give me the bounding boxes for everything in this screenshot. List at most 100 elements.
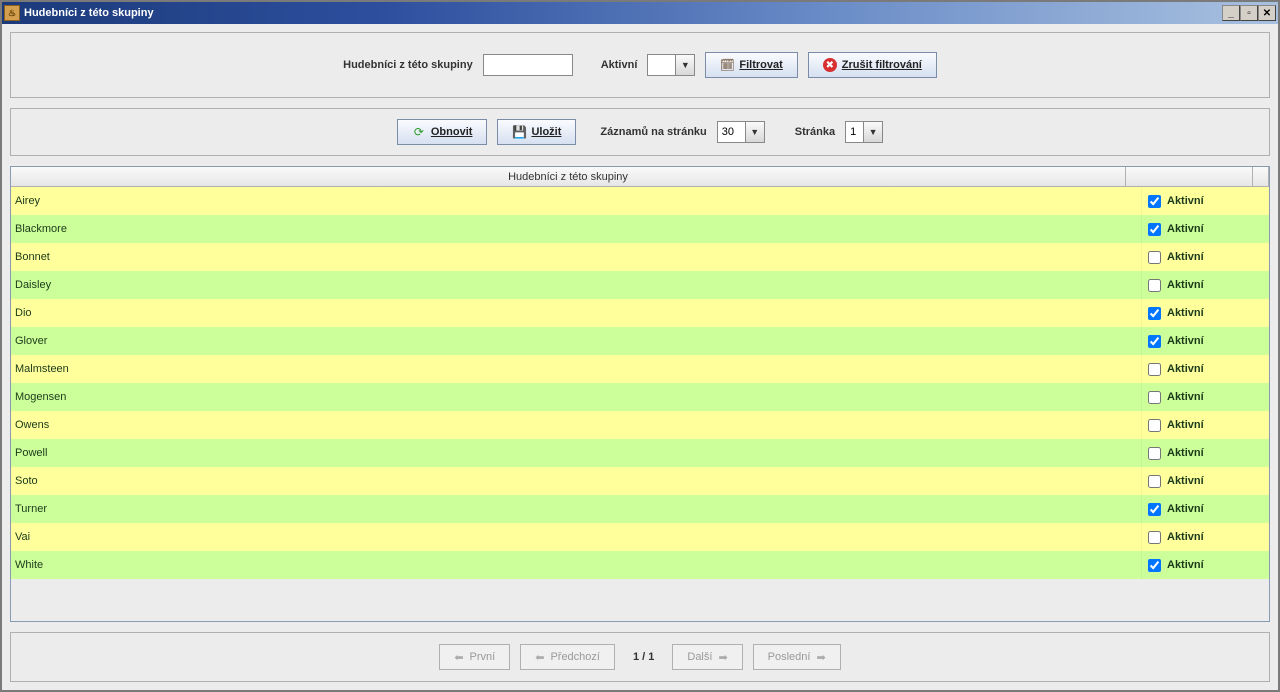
next-label: Další	[687, 651, 712, 663]
filter-button-label: Filtrovat	[739, 59, 782, 71]
active-label: Aktivní	[1167, 475, 1204, 487]
minimize-button[interactable]: _	[1222, 5, 1240, 21]
cell-active: Aktivní	[1142, 523, 1269, 551]
active-checkbox[interactable]	[1148, 531, 1161, 544]
filter-button[interactable]: 🗓 Filtrovat	[705, 52, 797, 78]
next-page-button[interactable]: Další ➡	[672, 644, 742, 670]
cell-name: Daisley	[11, 271, 1142, 299]
pager-panel: ⬅ První ⬅ Předchozí 1 / 1 Další ➡ Posled…	[10, 632, 1270, 682]
refresh-button[interactable]: ⟳ Obnovit	[397, 119, 488, 145]
per-page-input[interactable]	[717, 121, 745, 143]
cell-name: Turner	[11, 495, 1142, 523]
table-row[interactable]: WhiteAktivní	[11, 551, 1269, 579]
prev-page-button[interactable]: ⬅ Předchozí	[520, 644, 615, 670]
table-row[interactable]: AireyAktivní	[11, 187, 1269, 215]
close-button[interactable]: ✕	[1258, 5, 1276, 21]
cell-active: Aktivní	[1142, 411, 1269, 439]
cell-name: Airey	[11, 187, 1142, 215]
cell-name: Mogensen	[11, 383, 1142, 411]
cell-active: Aktivní	[1142, 271, 1269, 299]
first-page-button[interactable]: ⬅ První	[439, 644, 510, 670]
column-header-active[interactable]	[1126, 167, 1253, 186]
table-row[interactable]: Dio Aktivní	[11, 299, 1269, 327]
cell-name: Owens	[11, 411, 1142, 439]
last-page-button[interactable]: Poslední ➡	[753, 644, 841, 670]
maximize-button[interactable]: ▫	[1240, 5, 1258, 21]
filter-name-input[interactable]	[483, 54, 573, 76]
per-page-dropdown[interactable]: ▼	[745, 121, 765, 143]
active-label: Aktivní	[1167, 531, 1204, 543]
grid-header: Hudebníci z této skupiny	[11, 167, 1269, 187]
cell-active: Aktivní	[1142, 327, 1269, 355]
active-label: Aktivní	[1167, 223, 1204, 235]
filter-active-dropdown[interactable]: ▼	[675, 54, 695, 76]
active-label: Aktivní	[1167, 391, 1204, 403]
column-header-name[interactable]: Hudebníci z této skupiny	[11, 167, 1126, 186]
refresh-label: Obnovit	[431, 126, 473, 138]
table-row[interactable]: Vai Aktivní	[11, 523, 1269, 551]
first-label: První	[470, 651, 496, 663]
active-label: Aktivní	[1167, 279, 1204, 291]
table-row[interactable]: SotoAktivní	[11, 467, 1269, 495]
active-checkbox[interactable]	[1148, 559, 1161, 572]
cell-name: Blackmore	[11, 215, 1142, 243]
arrow-right-icon: ➡	[816, 651, 825, 664]
filter-name-label: Hudebníci z této skupiny	[343, 59, 473, 71]
active-checkbox[interactable]	[1148, 363, 1161, 376]
cell-name: Malmsteen	[11, 355, 1142, 383]
cell-active: Aktivní	[1142, 551, 1269, 579]
table-row[interactable]: Malmsteen Aktivní	[11, 355, 1269, 383]
active-checkbox[interactable]	[1148, 279, 1161, 292]
page-dropdown[interactable]: ▼	[863, 121, 883, 143]
table-row[interactable]: BonnetAktivní	[11, 243, 1269, 271]
filter-active-combo[interactable]	[647, 54, 675, 76]
save-button[interactable]: 💾 Uložit	[497, 119, 576, 145]
table-row[interactable]: Mogensen Aktivní	[11, 383, 1269, 411]
cell-active: Aktivní	[1142, 355, 1269, 383]
table-row[interactable]: Owens Aktivní	[11, 411, 1269, 439]
table-row[interactable]: Powell Aktivní	[11, 439, 1269, 467]
active-label: Aktivní	[1167, 363, 1204, 375]
arrow-left-icon: ⬅	[454, 651, 463, 664]
page-input[interactable]	[845, 121, 863, 143]
save-label: Uložit	[531, 126, 561, 138]
cancel-filter-label: Zrušit filtrování	[842, 59, 922, 71]
page-label: Stránka	[795, 126, 835, 138]
active-checkbox[interactable]	[1148, 335, 1161, 348]
active-checkbox[interactable]	[1148, 419, 1161, 432]
refresh-icon: ⟳	[412, 125, 426, 139]
prev-label: Předchozí	[550, 651, 600, 663]
cell-active: Aktivní	[1142, 383, 1269, 411]
table-row[interactable]: Blackmore Aktivní	[11, 215, 1269, 243]
cell-name: Dio	[11, 299, 1142, 327]
table-row[interactable]: GloverAktivní	[11, 327, 1269, 355]
filter-panel: Hudebníci z této skupiny Aktivní ▼ 🗓 Fil…	[10, 32, 1270, 98]
active-checkbox[interactable]	[1148, 475, 1161, 488]
active-label: Aktivní	[1167, 307, 1204, 319]
active-checkbox[interactable]	[1148, 503, 1161, 516]
active-checkbox[interactable]	[1148, 195, 1161, 208]
window-title: Hudebníci z této skupiny	[24, 7, 154, 19]
active-checkbox[interactable]	[1148, 251, 1161, 264]
arrow-right-icon: ➡	[718, 651, 727, 664]
cancel-filter-button[interactable]: ✖ Zrušit filtrování	[808, 52, 937, 78]
filter-icon: 🗓	[720, 58, 734, 72]
cell-name: Vai	[11, 523, 1142, 551]
active-label: Aktivní	[1167, 419, 1204, 431]
table-row[interactable]: TurnerAktivní	[11, 495, 1269, 523]
active-checkbox[interactable]	[1148, 391, 1161, 404]
active-checkbox[interactable]	[1148, 223, 1161, 236]
active-checkbox[interactable]	[1148, 447, 1161, 460]
active-checkbox[interactable]	[1148, 307, 1161, 320]
column-header-scroll	[1253, 167, 1269, 186]
active-label: Aktivní	[1167, 447, 1204, 459]
cell-active: Aktivní	[1142, 467, 1269, 495]
save-icon: 💾	[512, 125, 526, 139]
grid-body[interactable]: AireyAktivníBlackmoreAktivníBonnetAktivn…	[11, 187, 1269, 621]
cell-active: Aktivní	[1142, 299, 1269, 327]
cell-active: Aktivní	[1142, 187, 1269, 215]
table-row[interactable]: Daisley Aktivní	[11, 271, 1269, 299]
cell-name: Glover	[11, 327, 1142, 355]
cell-name: Powell	[11, 439, 1142, 467]
toolbar-panel: ⟳ Obnovit 💾 Uložit Záznamů na stránku ▼ …	[10, 108, 1270, 156]
